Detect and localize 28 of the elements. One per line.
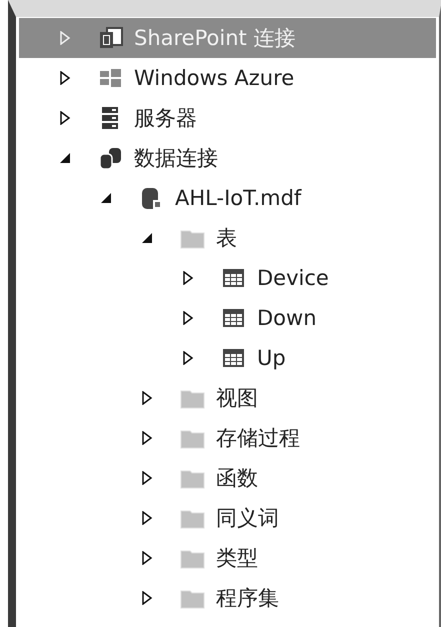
tree-item[interactable]: 存储过程 <box>19 418 436 458</box>
outline-triangle-icon[interactable] <box>59 71 71 85</box>
filled-triangle-icon[interactable] <box>141 232 153 244</box>
tree-item[interactable]: 数据连接 <box>19 138 436 178</box>
tree-item[interactable]: 视图 <box>19 378 436 418</box>
outline-triangle-icon[interactable] <box>141 591 153 605</box>
filled-triangle-icon[interactable] <box>59 152 71 164</box>
tree-item[interactable]: 类型 <box>19 538 436 578</box>
tree-item[interactable]: Device <box>19 258 436 298</box>
filled-triangle-icon[interactable] <box>100 192 112 204</box>
outline-triangle-icon[interactable] <box>141 391 153 405</box>
tree-item[interactable]: Windows Azure <box>19 58 436 98</box>
outline-triangle-icon[interactable] <box>182 351 194 365</box>
tree-item[interactable]: Up <box>19 338 436 378</box>
tree-item[interactable]: Down <box>19 298 436 338</box>
outline-triangle-icon[interactable] <box>182 271 194 285</box>
outline-triangle-icon[interactable] <box>141 431 153 445</box>
tree-item[interactable]: 服务器 <box>19 98 436 138</box>
tree-item[interactable]: 函数 <box>19 458 436 498</box>
tree-item[interactable]: 表 <box>19 218 436 258</box>
outline-triangle-icon[interactable] <box>59 111 71 125</box>
outline-triangle-icon[interactable] <box>182 311 194 325</box>
outline-triangle-icon[interactable] <box>141 551 153 565</box>
outline-triangle-icon[interactable] <box>141 511 153 525</box>
tree-item[interactable]: 程序集 <box>19 578 436 618</box>
tree-item[interactable]: AHL-IoT.mdf <box>19 178 436 218</box>
tree-item[interactable]: 同义词 <box>19 498 436 538</box>
outline-triangle-icon[interactable] <box>141 471 153 485</box>
